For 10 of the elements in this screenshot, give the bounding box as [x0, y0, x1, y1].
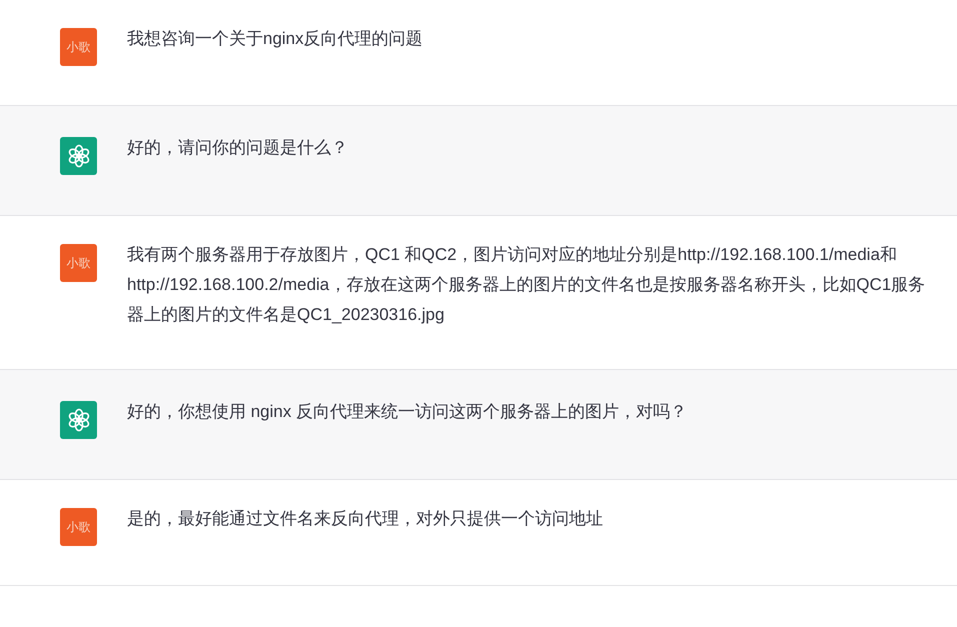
- user-avatar: 小歌: [60, 28, 97, 66]
- swirl-icon: [66, 408, 90, 432]
- user-avatar: 小歌: [60, 244, 97, 282]
- message-text: 是的，最好能通过文件名来反向代理，对外只提供一个访问地址: [127, 508, 604, 530]
- message-text: 好的，请问你的问题是什么？: [127, 137, 349, 159]
- message-text: 我有两个服务器用于存放图片，QC1 和QC2，图片访问对应的地址分别是http://192.168.100.1/media和http://192.168.100.2/media，存放在这两个服务器上的图片的文件名也是按服务器名称开头，比如QC1服务器上的图片的文件名是QC1_20230316.jpg: [127, 244, 926, 326]
- message-text: 我想咨询一个关于nginx反向代理的问题: [127, 28, 424, 50]
- user-avatar: 小歌: [60, 508, 97, 546]
- swirl-icon: [66, 144, 90, 168]
- message-text: 好的，你想使用 nginx 反向代理来统一访问这两个服务器上的图片，对吗？: [127, 401, 688, 423]
